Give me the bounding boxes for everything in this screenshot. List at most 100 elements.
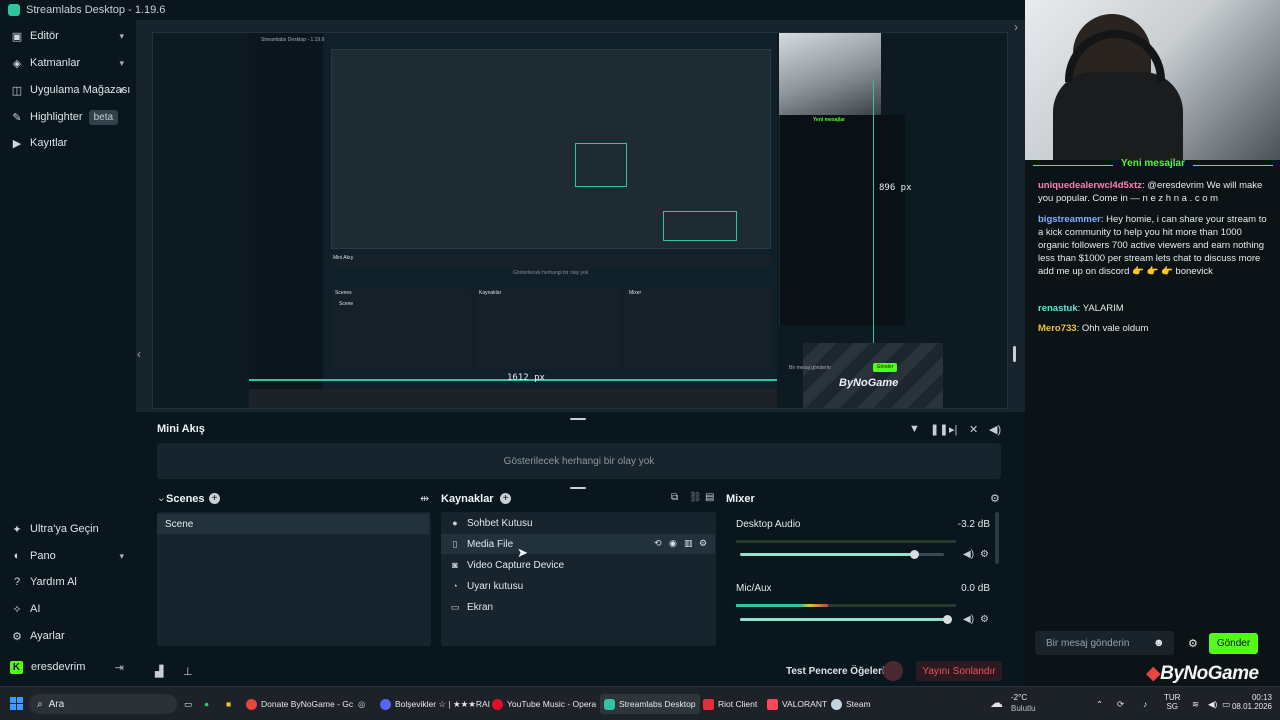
add-source-icon[interactable]: +: [500, 493, 511, 504]
scene-item[interactable]: Scene: [157, 514, 429, 534]
taskbar-app[interactable]: Steam: [831, 694, 871, 714]
drag-handle[interactable]: [570, 487, 586, 489]
microphone-icon[interactable]: ♪: [1143, 694, 1147, 714]
trash-icon[interactable]: ▥: [684, 538, 693, 549]
stream-preview[interactable]: Streamlabs Desktop - 1.19.6 Mini Akış Gö…: [152, 32, 1008, 409]
file-explorer-icon[interactable]: ■: [226, 694, 231, 714]
source-item[interactable]: ● Sohbet Kutusu: [441, 513, 715, 533]
filter-icon[interactable]: ▼: [909, 423, 920, 435]
taskbar-app[interactable]: Bolşevikler ☆ | ★★★RAI: [380, 694, 490, 714]
test-widgets-label[interactable]: Test Pencere Öğeleri: [786, 666, 885, 677]
gear-icon[interactable]: ⚙: [980, 614, 989, 625]
wifi-icon[interactable]: ≋: [1192, 694, 1199, 714]
file-icon: ▯: [452, 538, 458, 549]
ultra-icon: ✦: [12, 523, 22, 536]
scene-transition-icon[interactable]: ⇹: [420, 492, 429, 505]
taskbar-app[interactable]: Donate ByNoGame - Gc: [246, 694, 353, 714]
sidebar-item-label: Editör: [30, 30, 59, 42]
emoji-icon[interactable]: ☻: [1153, 637, 1165, 649]
volume-knob-1[interactable]: [943, 615, 952, 624]
chat-username[interactable]: renastuk: [1038, 303, 1078, 314]
chevron-right-icon[interactable]: ›: [1014, 20, 1018, 34]
channel-name: Desktop Audio: [736, 519, 801, 530]
speaker-icon[interactable]: ◀): [963, 549, 974, 560]
chat-username[interactable]: uniquedealerwcl4d5xtz: [1038, 180, 1142, 191]
eye-icon[interactable]: ◉: [669, 538, 677, 549]
source-item[interactable]: ▭ Ekran: [441, 597, 715, 617]
taskbar-search[interactable]: ⌕ Ara: [29, 694, 177, 714]
collapse-chevron-icon[interactable]: ⌄: [157, 493, 165, 504]
sidebar-item-highlighter[interactable]: ✎ Highlighter beta: [0, 104, 136, 130]
taskbar-app[interactable]: YouTube Music - Opera: [492, 694, 596, 714]
sidebar-item-layers[interactable]: ◈ Katmanlar ▾: [0, 50, 136, 76]
chat-send-button[interactable]: Gönder: [1209, 633, 1258, 654]
test-widgets-toggle[interactable]: [883, 661, 903, 681]
taskbar-app[interactable]: VALORANT: [767, 694, 827, 714]
sidebar-item-ultra[interactable]: ✦ Ultra'ya Geçin: [0, 516, 136, 542]
volume-icon[interactable]: ◀): [1208, 694, 1217, 714]
speaker-icon[interactable]: ◀): [963, 614, 974, 625]
gear-icon[interactable]: ⚙: [699, 538, 707, 549]
nested-mini-feed: [331, 255, 771, 269]
windows-start-icon[interactable]: [10, 697, 23, 710]
weather-widget[interactable]: ☁ -2°C Bulutlu: [990, 692, 1050, 718]
source-item[interactable]: ◔ Uyarı kutusu: [441, 576, 715, 596]
chevron-up-icon[interactable]: ⌃: [1096, 694, 1103, 714]
help-icon: ?: [13, 576, 21, 588]
folder-icon[interactable]: ▤: [705, 492, 714, 503]
source-item-label: Uyarı kutusu: [467, 580, 524, 592]
pause-icon[interactable]: ❚❚: [930, 423, 948, 436]
resize-handle[interactable]: [1013, 346, 1016, 362]
camera-icon: ◙: [452, 560, 458, 570]
volume-slider[interactable]: [740, 550, 944, 559]
volume-knob-0[interactable]: [910, 550, 920, 559]
task-view-icon[interactable]: ▭: [184, 694, 192, 714]
source-link-icon[interactable]: ⛓: [689, 492, 702, 503]
sidebar-user[interactable]: K eresdevrim ⇥: [0, 654, 136, 680]
sidebar-item-dashboard[interactable]: ◐ Pano ▾: [0, 543, 136, 569]
clock[interactable]: 00:13 08.01.2026: [1228, 693, 1272, 711]
window-icon: ▣: [11, 30, 23, 43]
nested-chat-input: Bir mesaj gönderin: [789, 365, 831, 371]
chat-username[interactable]: bigstreammer: [1038, 214, 1101, 225]
lock-icon[interactable]: ⟲: [654, 538, 662, 549]
chat-settings-icon[interactable]: ⚙: [1188, 637, 1198, 650]
skip-icon[interactable]: ▸|: [949, 423, 957, 436]
sidebar-item-store[interactable]: ◫ Uygulama Mağazası ▾: [0, 77, 136, 103]
volume-icon[interactable]: ◀): [989, 423, 1001, 436]
window-title: Streamlabs Desktop - 1.19.6: [26, 4, 166, 16]
mixer-scrollbar[interactable]: [995, 512, 999, 564]
nested-chat-header: Yeni mesajlar: [813, 117, 845, 123]
chat-message: Mero733: Ohh vale oldum: [1038, 322, 1270, 335]
kick-icon: K: [10, 660, 23, 674]
weather-temp: -2°C: [1011, 693, 1028, 702]
steam-small-icon[interactable]: ◎: [358, 694, 365, 714]
taskbar-app[interactable]: Riot Client: [703, 694, 757, 714]
taskbar-app-active[interactable]: Streamlabs Desktop: [600, 694, 700, 714]
chat-username[interactable]: Mero733: [1038, 323, 1077, 334]
sidebar-item-help[interactable]: ? Yardım Al: [0, 569, 136, 595]
pin-icon[interactable]: ⊥: [183, 665, 193, 678]
sidebar-item-editor[interactable]: ▣ Editör ▾: [0, 23, 136, 49]
sidebar-item-settings[interactable]: ⚙ Ayarlar: [0, 623, 136, 649]
sync-icon[interactable]: ⟳: [1117, 694, 1124, 714]
sidebar-item-label: Uygulama Mağazası: [30, 84, 131, 96]
sidebar-item-ai[interactable]: ✧ AI: [0, 596, 136, 622]
chevron-left-icon[interactable]: ‹: [137, 347, 141, 361]
language-indicator[interactable]: TUR SG: [1164, 693, 1180, 711]
mute-alerts-icon[interactable]: ✕: [969, 423, 978, 436]
stats-icon[interactable]: ▟: [155, 665, 163, 678]
add-scene-icon[interactable]: +: [209, 493, 220, 504]
source-item-selected[interactable]: ▯ Media File ⟲ ◉ ▥ ⚙: [441, 534, 715, 554]
source-group-icon[interactable]: ⧉: [671, 492, 678, 503]
volume-slider[interactable]: [740, 615, 952, 624]
end-stream-button[interactable]: Yayını Sonlandır: [916, 661, 1002, 681]
whatsapp-icon[interactable]: ●: [204, 694, 209, 714]
gear-icon[interactable]: ⚙: [980, 549, 989, 560]
nested-scenes-title: Scenes: [335, 290, 352, 296]
mixer-settings-icon[interactable]: ⚙: [990, 492, 1000, 505]
sidebar-item-recordings[interactable]: ▶ Kayıtlar: [0, 130, 136, 156]
source-item[interactable]: ◙ Video Capture Device: [441, 555, 715, 575]
logout-icon[interactable]: ⇥: [115, 661, 124, 674]
sidebar-item-label: Ayarlar: [30, 630, 65, 642]
